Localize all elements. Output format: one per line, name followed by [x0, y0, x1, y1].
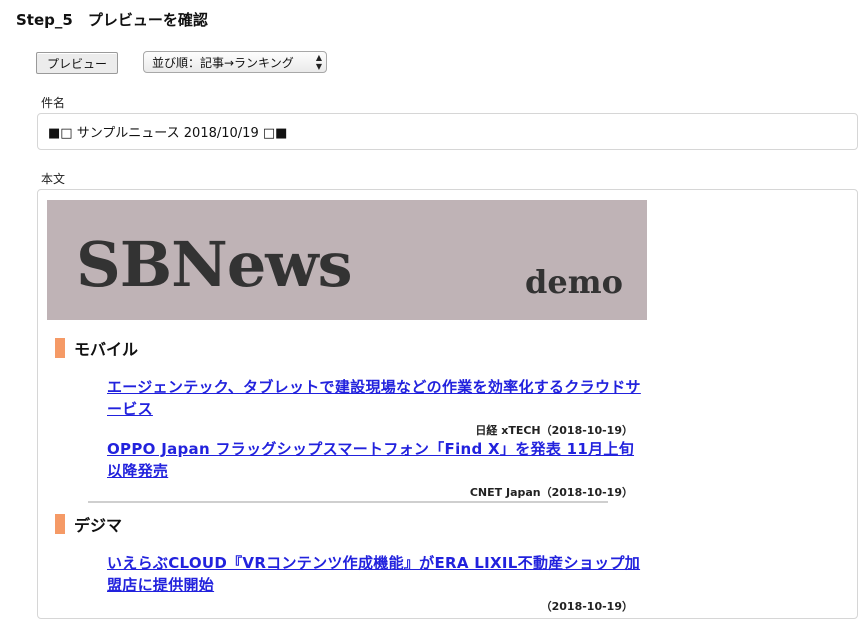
select-arrows-icon: ▲ ▼	[315, 53, 322, 71]
preview-button[interactable]: プレビュー	[36, 52, 118, 74]
sort-order-value: 並び順：記事→ランキング	[152, 55, 294, 70]
banner-subtitle: demo	[525, 263, 623, 301]
page-title: Step_5 プレビューを確認	[16, 11, 208, 29]
body-label: 本文	[41, 172, 66, 186]
section-title: デジマ	[74, 516, 123, 535]
article-source: CNET Japan（2018-10-19）	[469, 486, 633, 499]
body-preview[interactable]: SBNews demo モバイル エージェンテック、タブレットで建設現場などの作…	[37, 189, 858, 619]
article-link[interactable]: いえらぶCLOUD『VRコンテンツ作成機能』がERA LIXIL不動産ショップ加…	[107, 552, 647, 596]
section-divider	[88, 501, 608, 503]
section-title: モバイル	[74, 340, 139, 359]
article-source: 日経 xTECH（2018-10-19）	[475, 424, 633, 437]
article-item: OPPO Japan フラッグシップスマートフォン「Find X」を発表 11月…	[107, 438, 647, 500]
newsletter-banner: SBNews demo	[47, 200, 647, 320]
section-heading-digima: デジマ	[55, 514, 123, 535]
article-source: （2018-10-19）	[540, 600, 633, 613]
section-heading-mobile: モバイル	[55, 338, 139, 359]
banner-logo: SBNews	[76, 228, 353, 301]
section-marker	[55, 338, 65, 358]
subject-label: 件名	[41, 96, 66, 110]
section-marker	[55, 514, 65, 534]
subject-field[interactable]: ■□ サンプルニュース 2018/10/19 □■	[37, 113, 858, 150]
subject-value: ■□ サンプルニュース 2018/10/19 □■	[48, 126, 288, 141]
article-item: いえらぶCLOUD『VRコンテンツ作成機能』がERA LIXIL不動産ショップ加…	[107, 552, 647, 614]
article-link[interactable]: OPPO Japan フラッグシップスマートフォン「Find X」を発表 11月…	[107, 438, 647, 482]
article-link[interactable]: エージェンテック、タブレットで建設現場などの作業を効率化するクラウドサービス	[107, 376, 647, 420]
article-item: エージェンテック、タブレットで建設現場などの作業を効率化するクラウドサービス 日…	[107, 376, 647, 438]
sort-order-select[interactable]: 並び順：記事→ランキング ▲ ▼	[143, 51, 327, 73]
